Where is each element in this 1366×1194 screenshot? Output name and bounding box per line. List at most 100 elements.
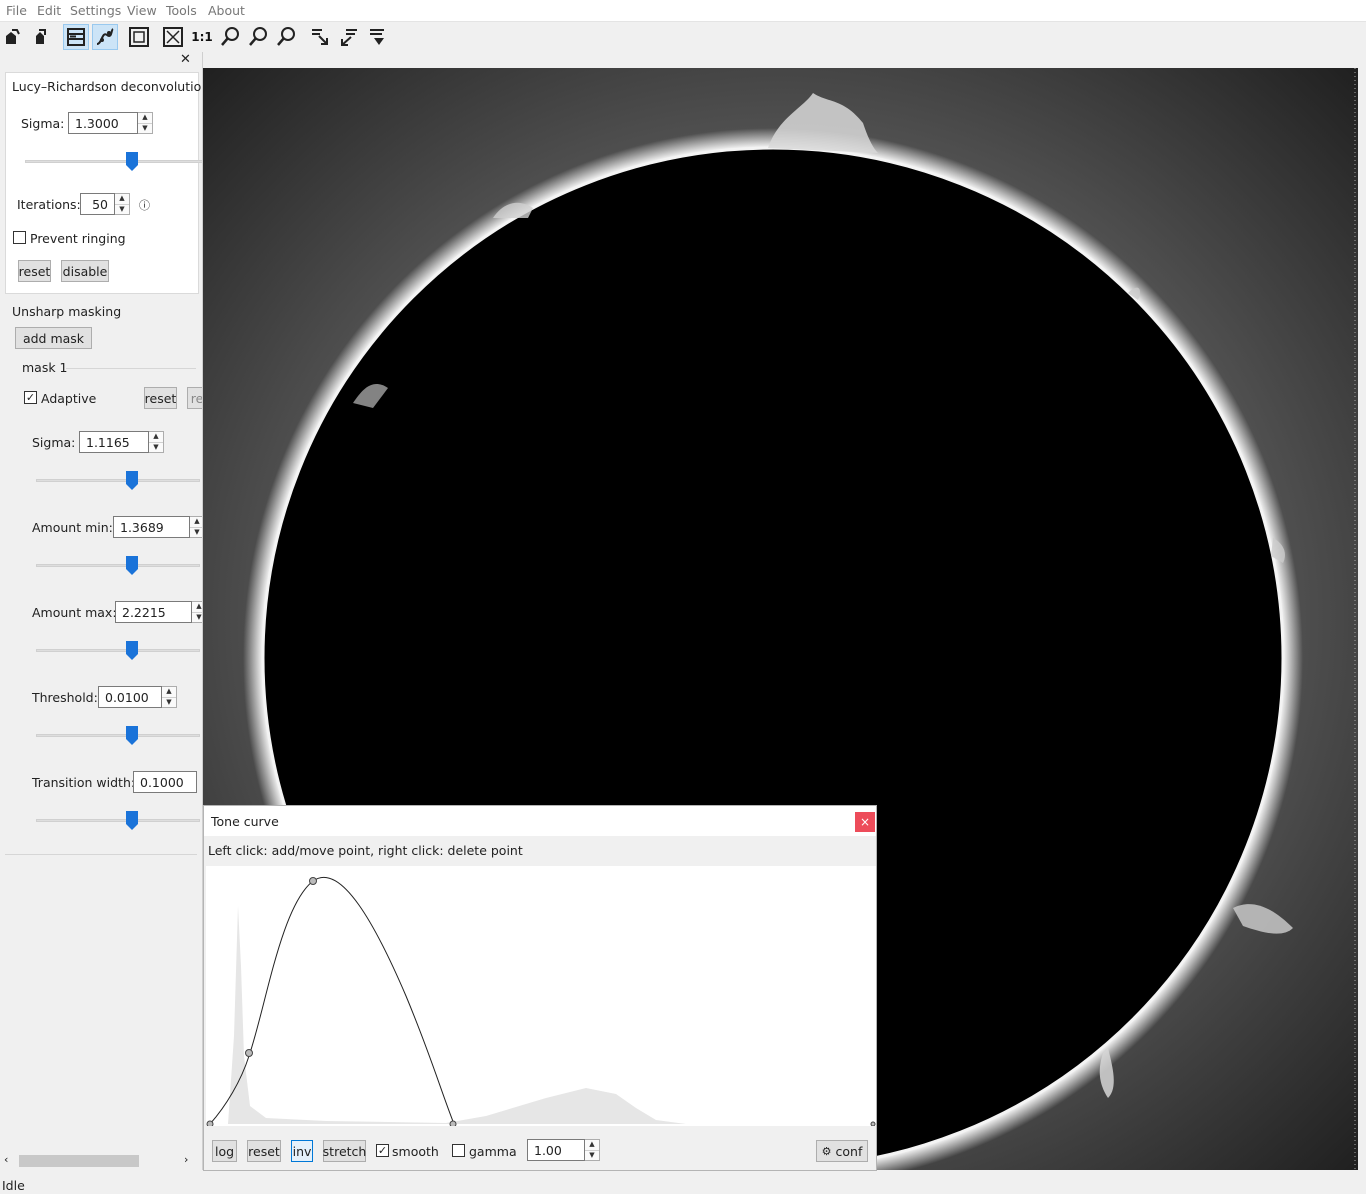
iterations-input[interactable] (80, 193, 115, 215)
menu-bar: File Edit Settings View Tools About (0, 0, 1366, 22)
lucy-reset-button[interactable]: reset (18, 260, 51, 282)
log-button[interactable]: log (212, 1140, 237, 1162)
transition-width-input[interactable] (133, 771, 197, 793)
threshold-slider[interactable] (36, 726, 200, 746)
menu-about[interactable]: About (208, 3, 245, 18)
inv-button[interactable]: inv (291, 1140, 313, 1162)
amount-max-input[interactable] (115, 601, 192, 623)
align-icon (312, 29, 328, 45)
download-button[interactable] (365, 24, 391, 50)
fit-alt-button[interactable] (160, 24, 186, 50)
info-icon[interactable]: ⓘ (139, 197, 150, 213)
panel-toggle-button[interactable] (63, 24, 89, 50)
slider-thumb-icon[interactable] (126, 556, 138, 575)
curve-point[interactable] (245, 1049, 253, 1057)
amount-max-label: Amount max: (32, 605, 117, 620)
spin-down-icon[interactable]: ▼ (190, 526, 202, 538)
panel-horizontal-scrollbar[interactable]: ‹ › (0, 1152, 202, 1170)
slider-thumb-icon[interactable] (126, 152, 138, 171)
mask-remove-button[interactable]: re (187, 387, 202, 409)
prevent-ringing-checkbox[interactable] (13, 231, 26, 244)
spin-down-icon[interactable]: ▼ (192, 611, 202, 623)
slider-thumb-icon[interactable] (126, 811, 138, 830)
curve-point[interactable] (870, 1121, 876, 1126)
stretch-button[interactable]: stretch (323, 1140, 366, 1162)
spin-up-icon[interactable]: ▲ (162, 687, 176, 697)
spin-up-icon[interactable]: ▲ (190, 517, 202, 527)
scroll-left-icon[interactable]: ‹ (4, 1153, 8, 1166)
tone-curve-plot[interactable] (206, 866, 876, 1126)
lucy-sigma-spinbox[interactable]: ▲▼ (68, 112, 153, 134)
spin-up-icon[interactable]: ▲ (149, 432, 163, 442)
menu-edit[interactable]: Edit (37, 3, 61, 18)
amount-min-spinbox[interactable]: ▲▼ (113, 516, 202, 538)
scrollbar-thumb[interactable] (19, 1155, 139, 1167)
lucy-sigma-input[interactable] (68, 112, 138, 134)
amount-min-slider[interactable] (36, 556, 200, 576)
tone-curve-button[interactable] (92, 24, 118, 50)
fit-alt-icon (163, 27, 183, 47)
menu-tools[interactable]: Tools (166, 3, 197, 18)
align-button[interactable] (307, 24, 333, 50)
zoom-out-button[interactable] (273, 24, 299, 50)
lucy-disable-button[interactable]: disable (61, 260, 109, 282)
conf-button[interactable]: ⚙ conf (816, 1140, 868, 1162)
open-button[interactable] (0, 24, 26, 50)
close-icon: × (859, 815, 871, 829)
spin-up-icon[interactable]: ▲ (192, 602, 202, 612)
spin-up-icon[interactable]: ▲ (115, 194, 129, 204)
smooth-checkbox[interactable]: ✓ (376, 1144, 389, 1157)
adaptive-checkbox[interactable]: ✓ (24, 391, 37, 404)
zoom-button[interactable] (217, 24, 243, 50)
mask-sigma-spinbox[interactable]: ▲▼ (79, 431, 164, 453)
gamma-checkbox[interactable] (452, 1144, 465, 1157)
add-mask-button[interactable]: add mask (15, 327, 92, 349)
actual-size-icon: 1:1 (191, 30, 213, 44)
tone-reset-button[interactable]: reset (247, 1140, 281, 1162)
spin-down-icon[interactable]: ▼ (149, 441, 163, 453)
mask-title: mask 1 (22, 360, 68, 375)
gamma-spinbox[interactable]: ▲▼ (527, 1139, 600, 1161)
fit-window-button[interactable] (126, 24, 152, 50)
spin-down-icon[interactable]: ▼ (162, 696, 176, 708)
scroll-right-icon[interactable]: › (184, 1153, 188, 1166)
menu-file[interactable]: File (6, 3, 27, 18)
transition-width-spinbox[interactable] (133, 771, 197, 793)
threshold-spinbox[interactable]: ▲▼ (98, 686, 177, 708)
curve-point[interactable] (449, 1120, 457, 1126)
save-icon (36, 29, 46, 44)
panel-close-icon[interactable]: ✕ (180, 52, 191, 67)
mask-sigma-slider[interactable] (36, 471, 200, 491)
slider-thumb-icon[interactable] (126, 726, 138, 745)
spin-up-icon[interactable]: ▲ (585, 1140, 599, 1150)
slider-thumb-icon[interactable] (126, 641, 138, 660)
transition-width-slider[interactable] (36, 811, 200, 831)
fit-window-icon (129, 27, 149, 47)
gamma-input[interactable] (527, 1139, 585, 1161)
spin-down-icon[interactable]: ▼ (138, 122, 152, 134)
actual-size-button[interactable]: 1:1 (189, 24, 215, 50)
tone-curve-close-button[interactable]: × (855, 812, 875, 832)
mask-sigma-input[interactable] (79, 431, 149, 453)
amount-max-spinbox[interactable]: ▲▼ (115, 601, 202, 623)
stack-button[interactable] (336, 24, 362, 50)
zoom-in-button[interactable] (245, 24, 271, 50)
menu-view[interactable]: View (127, 3, 157, 18)
lucy-sigma-slider[interactable] (25, 152, 202, 172)
threshold-input[interactable] (98, 686, 162, 708)
spin-down-icon[interactable]: ▼ (585, 1149, 599, 1161)
transition-width-label: Transition width: (32, 775, 136, 790)
tone-curve-titlebar[interactable]: Tone curve × (204, 806, 876, 836)
curve-point[interactable] (309, 877, 317, 885)
iterations-spinbox[interactable]: ▲▼ (80, 193, 130, 215)
amount-max-slider[interactable] (36, 641, 200, 661)
stack-icon (341, 29, 357, 46)
slider-thumb-icon[interactable] (126, 471, 138, 490)
menu-settings[interactable]: Settings (70, 3, 121, 18)
mask-reset-button[interactable]: reset (144, 387, 177, 409)
save-button[interactable] (29, 24, 55, 50)
spin-up-icon[interactable]: ▲ (138, 113, 152, 123)
amount-min-input[interactable] (113, 516, 190, 538)
curve-point[interactable] (206, 1120, 214, 1126)
spin-down-icon[interactable]: ▼ (115, 203, 129, 215)
